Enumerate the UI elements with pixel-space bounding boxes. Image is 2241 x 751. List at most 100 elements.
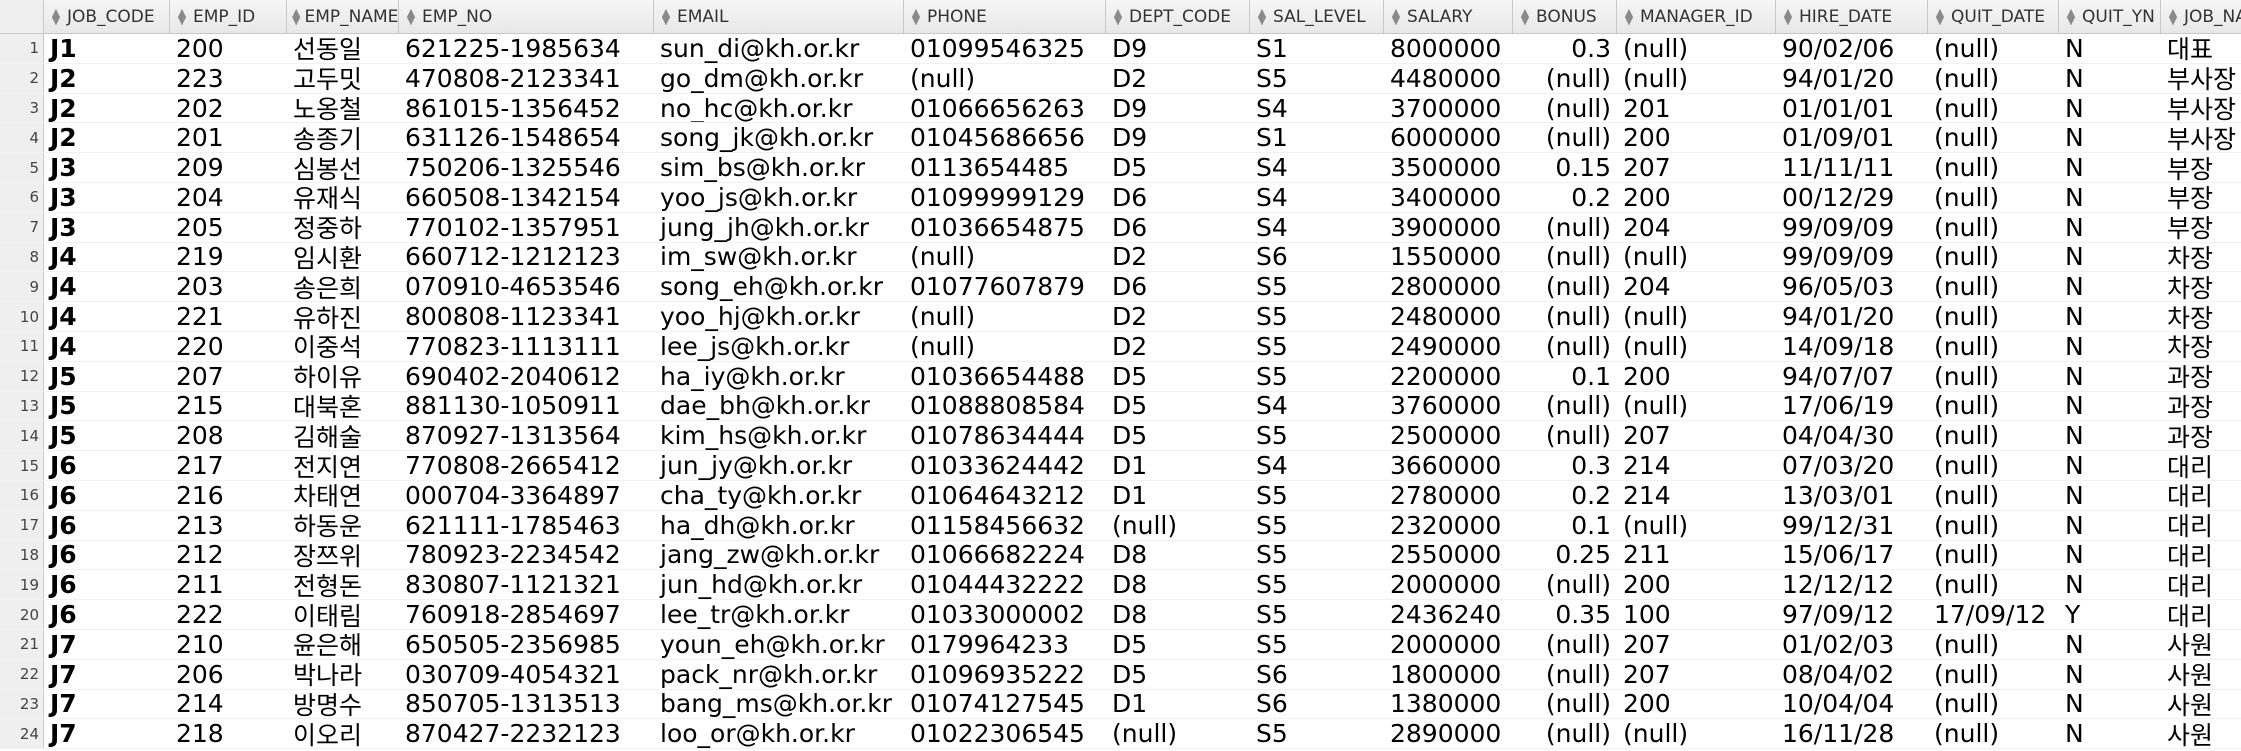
cell-dept-code[interactable]: D5: [1106, 153, 1250, 182]
table-row[interactable]: 9 J4 203 송은희 070910-4653546 song_eh@kh.or.kr 0…: [0, 272, 2241, 303]
cell-salary[interactable]: 2490000: [1384, 332, 1513, 361]
cell-emp-no[interactable]: 470808-2123341: [399, 64, 654, 93]
cell-manager-id[interactable]: 207: [1617, 153, 1776, 182]
cell-emp-no[interactable]: 800808-1123341: [399, 302, 654, 331]
cell-job-code[interactable]: J7: [44, 630, 170, 659]
cell-email[interactable]: youn_eh@kh.or.kr: [654, 630, 904, 659]
cell-phone[interactable]: 01036654488: [904, 362, 1106, 391]
table-row[interactable]: 2 J2 223 고두밋 470808-2123341 go_dm@kh.or.kr (nu…: [0, 63, 2241, 94]
cell-quit-date[interactable]: (null): [1928, 153, 2059, 182]
cell-hire-date[interactable]: 01/09/01: [1776, 123, 1928, 152]
cell-job-code[interactable]: J4: [44, 272, 170, 301]
cell-job-name[interactable]: 차장: [2161, 243, 2241, 271]
cell-emp-id[interactable]: 220: [170, 332, 287, 361]
cell-phone[interactable]: 0179964233: [904, 630, 1106, 659]
cell-job-name[interactable]: 차장: [2161, 272, 2241, 301]
cell-sal-level[interactable]: S5: [1250, 421, 1384, 450]
cell-email[interactable]: loo_or@kh.or.kr: [654, 719, 904, 748]
cell-quit-yn[interactable]: N: [2059, 362, 2161, 391]
cell-emp-no[interactable]: 070910-4653546: [399, 272, 654, 301]
cell-emp-no[interactable]: 870927-1313564: [399, 421, 654, 450]
cell-dept-code[interactable]: D1: [1106, 481, 1250, 510]
cell-salary[interactable]: 1550000: [1384, 243, 1513, 272]
cell-quit-yn[interactable]: N: [2059, 94, 2161, 123]
cell-emp-name[interactable]: 이태림: [287, 600, 399, 629]
cell-sal-level[interactable]: S5: [1250, 570, 1384, 599]
cell-quit-date[interactable]: (null): [1928, 64, 2059, 93]
cell-quit-date[interactable]: (null): [1928, 183, 2059, 212]
row-number[interactable]: 6: [0, 182, 44, 212]
column-header-emp-name[interactable]: ▲ ▼ EMP_NAME: [287, 0, 399, 33]
cell-quit-yn[interactable]: N: [2059, 153, 2161, 182]
cell-dept-code[interactable]: (null): [1106, 511, 1250, 540]
cell-bonus[interactable]: (null): [1513, 243, 1617, 272]
cell-hire-date[interactable]: 97/09/12: [1776, 600, 1928, 629]
cell-dept-code[interactable]: D1: [1106, 690, 1250, 719]
cell-sal-level[interactable]: S6: [1250, 660, 1384, 689]
table-row[interactable]: 18 J6 212 장쯔위 780923-2234542 jang_zw@kh.or.kr…: [0, 540, 2241, 571]
cell-bonus[interactable]: 0.3: [1513, 34, 1617, 63]
cell-email[interactable]: sun_di@kh.or.kr: [654, 34, 904, 63]
cell-hire-date[interactable]: 16/11/28: [1776, 719, 1928, 748]
cell-bonus[interactable]: (null): [1513, 332, 1617, 361]
cell-dept-code[interactable]: D5: [1106, 362, 1250, 391]
cell-email[interactable]: jun_hd@kh.or.kr: [654, 570, 904, 599]
cell-quit-yn[interactable]: N: [2059, 272, 2161, 301]
cell-job-code[interactable]: J5: [44, 421, 170, 450]
cell-job-name[interactable]: 대표: [2161, 34, 2241, 62]
table-row[interactable]: 17 J6 213 하동운 621111-1785463 ha_dh@kh.or.kr 01…: [0, 510, 2241, 541]
cell-job-name[interactable]: 차장: [2161, 302, 2241, 331]
sort-updown-icon[interactable]: ▲ ▼: [292, 7, 300, 26]
cell-job-code[interactable]: J6: [44, 451, 170, 480]
cell-emp-name[interactable]: 고두밋: [287, 64, 399, 92]
column-header-bonus[interactable]: ▲ ▼ BONUS: [1513, 0, 1617, 33]
cell-emp-no[interactable]: 881130-1050911: [399, 392, 654, 421]
cell-job-name[interactable]: 대리: [2161, 511, 2241, 539]
cell-quit-yn[interactable]: N: [2059, 392, 2161, 421]
cell-quit-date[interactable]: 17/09/12: [1928, 600, 2059, 629]
cell-salary[interactable]: 1380000: [1384, 690, 1513, 719]
cell-salary[interactable]: 3700000: [1384, 94, 1513, 123]
cell-emp-id[interactable]: 216: [170, 481, 287, 510]
cell-phone[interactable]: (null): [904, 64, 1106, 93]
cell-emp-no[interactable]: 690402-2040612: [399, 362, 654, 391]
cell-quit-date[interactable]: (null): [1928, 541, 2059, 570]
cell-emp-name[interactable]: 유하진: [287, 302, 399, 331]
cell-emp-no[interactable]: 631126-1548654: [399, 123, 654, 152]
cell-salary[interactable]: 2480000: [1384, 302, 1513, 331]
table-row[interactable]: 4 J2 201 송종기 631126-1548654 song_jk@kh.or.kr 0…: [0, 123, 2241, 154]
cell-quit-yn[interactable]: N: [2059, 302, 2161, 331]
row-number[interactable]: 2: [0, 63, 44, 93]
row-number[interactable]: 22: [0, 659, 44, 689]
cell-hire-date[interactable]: 08/04/02: [1776, 660, 1928, 689]
cell-job-name[interactable]: 과장: [2161, 392, 2241, 420]
cell-quit-date[interactable]: (null): [1928, 362, 2059, 391]
cell-hire-date[interactable]: 99/09/09: [1776, 243, 1928, 272]
cell-job-name[interactable]: 과장: [2161, 421, 2241, 450]
cell-salary[interactable]: 6000000: [1384, 123, 1513, 152]
cell-emp-no[interactable]: 861015-1356452: [399, 94, 654, 123]
cell-phone[interactable]: 01033000002: [904, 600, 1106, 629]
cell-emp-name[interactable]: 송은희: [287, 272, 399, 301]
row-number[interactable]: 1: [0, 34, 44, 63]
cell-bonus[interactable]: 0.15: [1513, 153, 1617, 182]
cell-emp-no[interactable]: 660712-1212123: [399, 243, 654, 272]
cell-sal-level[interactable]: S5: [1250, 64, 1384, 93]
cell-sal-level[interactable]: S1: [1250, 123, 1384, 152]
cell-quit-date[interactable]: (null): [1928, 213, 2059, 242]
cell-quit-yn[interactable]: N: [2059, 123, 2161, 152]
cell-emp-no[interactable]: 750206-1325546: [399, 153, 654, 182]
cell-emp-name[interactable]: 대북혼: [287, 392, 399, 420]
table-row[interactable]: 11 J4 220 이중석 770823-1113111 lee_js@kh.or.kr(…: [0, 331, 2241, 362]
cell-email[interactable]: yoo_hj@kh.or.kr: [654, 302, 904, 331]
cell-phone[interactable]: 01096935222: [904, 660, 1106, 689]
cell-salary[interactable]: 2000000: [1384, 630, 1513, 659]
cell-emp-no[interactable]: 770102-1357951: [399, 213, 654, 242]
cell-quit-yn[interactable]: N: [2059, 541, 2161, 570]
table-row[interactable]: 10 J4 221 유하진 800808-1123341 yoo_hj@kh.or.kr(…: [0, 302, 2241, 332]
cell-bonus[interactable]: (null): [1513, 570, 1617, 599]
cell-dept-code[interactable]: D9: [1106, 34, 1250, 63]
cell-salary[interactable]: 2000000: [1384, 570, 1513, 599]
cell-emp-id[interactable]: 204: [170, 183, 287, 212]
cell-sal-level[interactable]: S1: [1250, 34, 1384, 63]
